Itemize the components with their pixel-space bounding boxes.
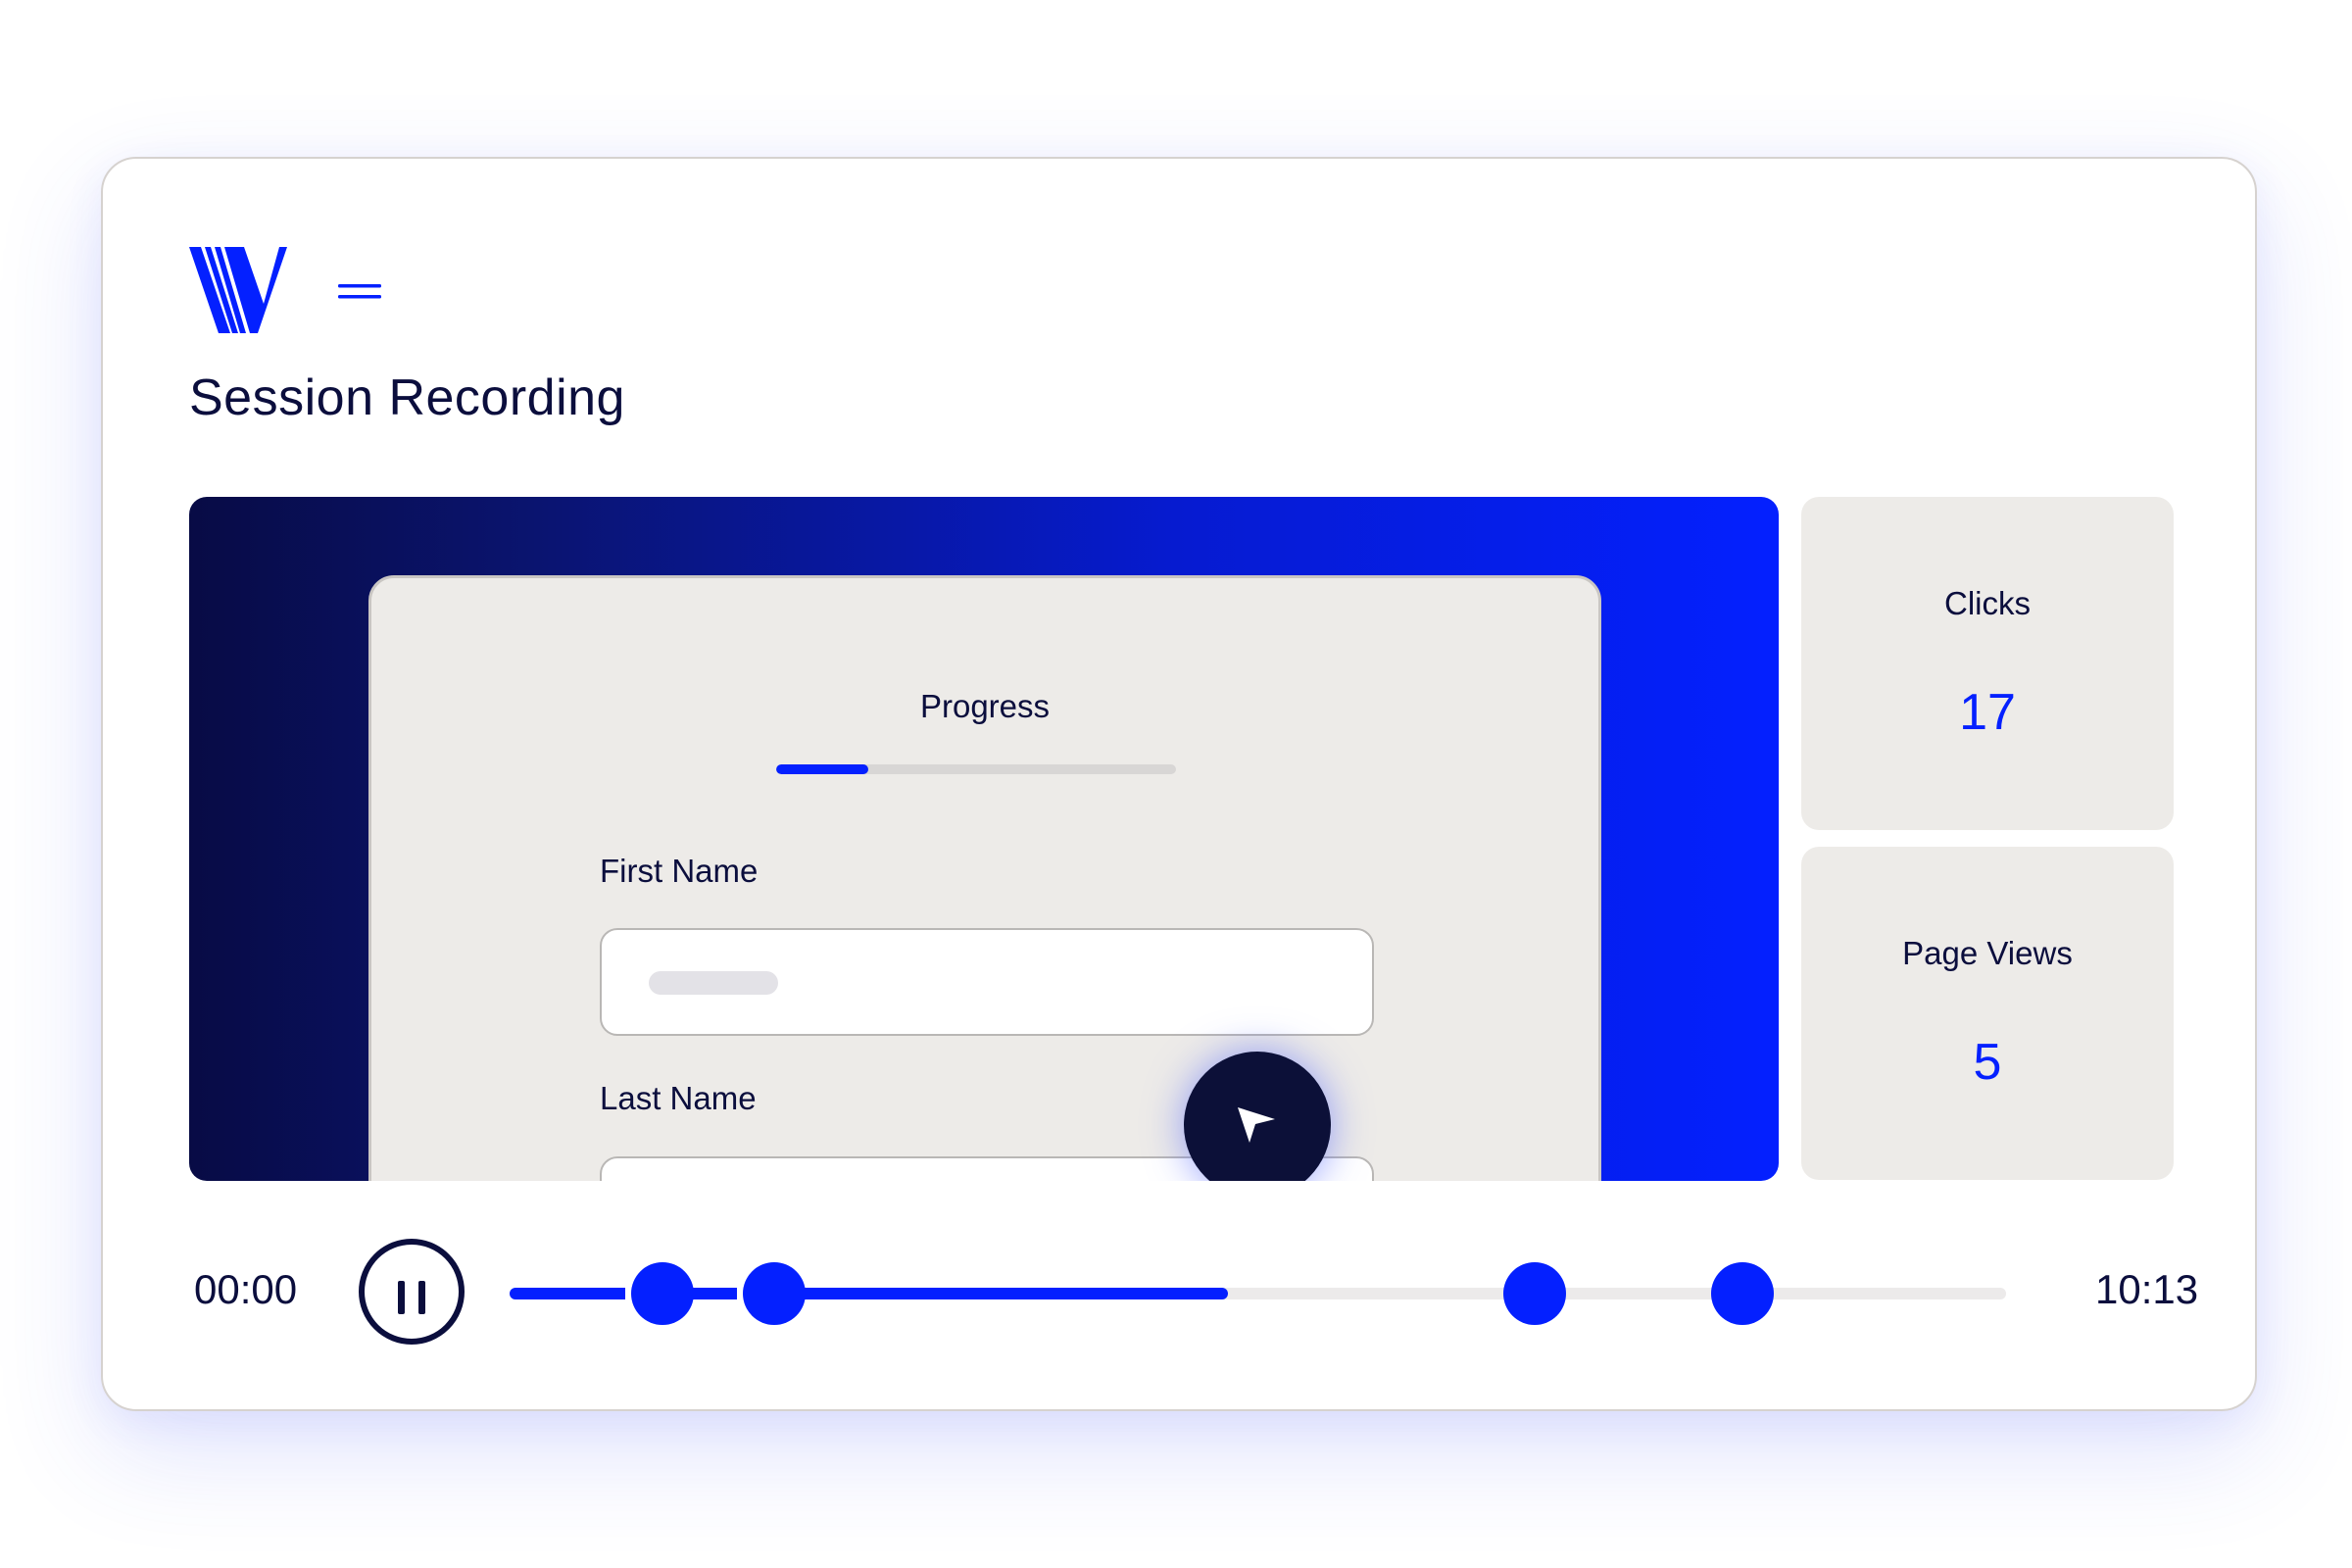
cursor-arrow-icon	[1238, 1107, 1275, 1143]
clicks-label: Clicks	[1944, 585, 2031, 621]
pause-button[interactable]	[359, 1239, 465, 1345]
input-placeholder-skeleton	[649, 971, 778, 995]
page-views-value: 5	[1973, 1034, 2002, 1091]
page-views-label: Page Views	[1902, 935, 2073, 971]
playback-timeline[interactable]	[510, 1262, 2006, 1325]
timeline-event-marker[interactable]	[630, 1262, 694, 1325]
form-progress-bar	[776, 764, 1176, 774]
first-name-label: First Name	[600, 853, 759, 889]
progress-label: Progress	[919, 688, 1051, 724]
end-time: 10:13	[2095, 1266, 2199, 1312]
timeline-event-marker[interactable]	[743, 1262, 807, 1325]
clicks-value: 17	[1959, 684, 2016, 741]
timeline-played	[510, 1288, 1228, 1299]
timeline-event-marker[interactable]	[1711, 1262, 1775, 1325]
form-progress-fill	[776, 764, 868, 774]
page-views-stat-card: Page Views 5	[1801, 847, 2174, 1180]
first-name-field[interactable]	[600, 928, 1374, 1036]
menu-icon[interactable]	[338, 282, 385, 302]
session-recording-card: Session Recording Progress First Name La…	[101, 157, 2257, 1411]
page-title: Session Recording	[189, 369, 625, 426]
pause-icon	[398, 1281, 405, 1314]
timeline-event-marker[interactable]	[1502, 1262, 1566, 1325]
recording-player[interactable]: Progress First Name Last Name	[189, 497, 1779, 1181]
pause-icon-bar	[418, 1281, 425, 1314]
recorded-form-window: Progress First Name Last Name	[368, 575, 1601, 1181]
start-time: 00:00	[194, 1266, 298, 1312]
v-logo-icon	[189, 247, 287, 333]
clicks-stat-card: Clicks 17	[1801, 497, 2174, 830]
last-name-label: Last Name	[600, 1080, 757, 1116]
